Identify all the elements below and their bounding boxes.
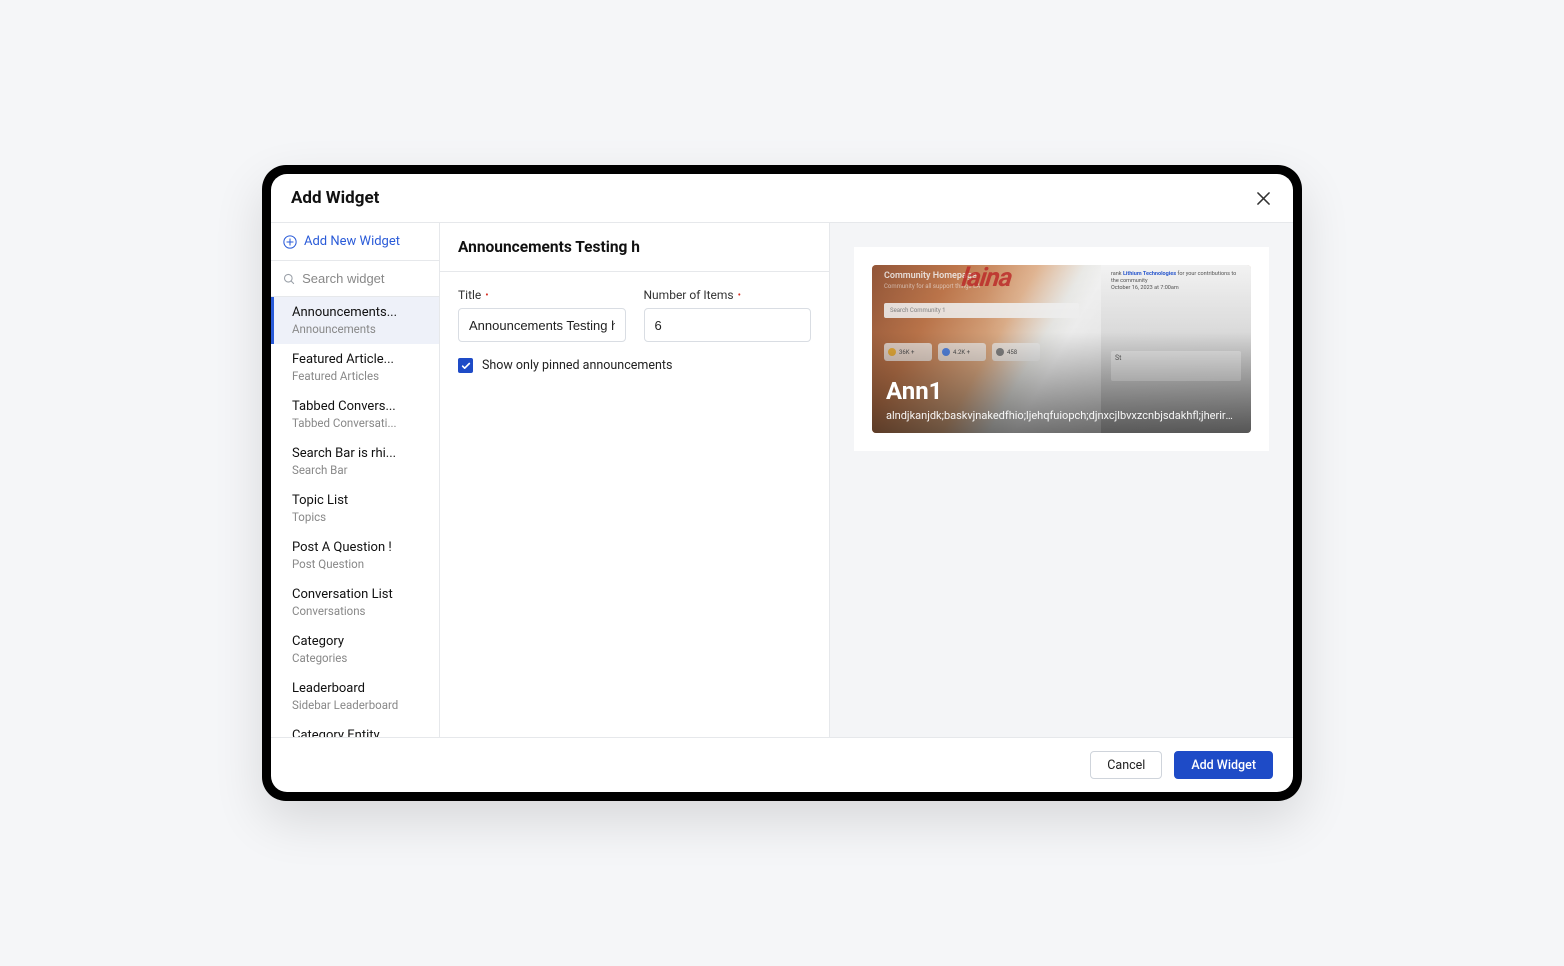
preview-title: Ann1 bbox=[886, 377, 1237, 405]
widget-list-item[interactable]: Search Bar is rhi... Search Bar bbox=[271, 438, 439, 485]
widget-item-subtitle: Tabbed Conversati... bbox=[292, 416, 425, 430]
add-new-widget-button[interactable]: Add New Widget bbox=[271, 223, 439, 261]
config-heading: Announcements Testing h bbox=[458, 238, 811, 256]
widget-item-subtitle: Search Bar bbox=[292, 463, 425, 477]
pinned-checkbox[interactable] bbox=[458, 358, 473, 373]
widget-item-subtitle: Categories bbox=[292, 651, 425, 665]
config-header: Announcements Testing h bbox=[440, 223, 829, 272]
close-button[interactable] bbox=[1253, 188, 1273, 208]
widget-item-subtitle: Topics bbox=[292, 510, 425, 524]
checkbox-label: Show only pinned announcements bbox=[482, 358, 672, 373]
preview-desc: alndjkanjdk;baskvjnakedfhio;ljehqfuiopch… bbox=[886, 409, 1237, 422]
search-row bbox=[271, 261, 439, 297]
widget-item-title: Category bbox=[292, 634, 425, 649]
widget-list-item[interactable]: Category Categories bbox=[271, 626, 439, 673]
form-row: Title Number of Items bbox=[458, 288, 811, 342]
title-field: Title bbox=[458, 288, 626, 342]
widget-item-subtitle: Post Question bbox=[292, 557, 425, 571]
modal-title: Add Widget bbox=[291, 188, 379, 208]
widget-item-title: Category Entity bbox=[292, 728, 425, 737]
widget-list[interactable]: Announcements... Announcements Featured Ar… bbox=[271, 297, 439, 737]
widget-item-title: Conversation List bbox=[292, 587, 425, 602]
widget-item-title: Topic List bbox=[292, 493, 425, 508]
number-label: Number of Items bbox=[644, 288, 812, 302]
preview-panel: Community Homepage Community for all sup… bbox=[830, 223, 1293, 737]
widget-item-title: Leaderboard bbox=[292, 681, 425, 696]
plus-circle-icon bbox=[283, 235, 297, 249]
cancel-button[interactable]: Cancel bbox=[1090, 751, 1162, 779]
modal-body: Add New Widget Announcements...Announcem… bbox=[271, 223, 1293, 737]
modal-footer: Cancel Add Widget bbox=[271, 737, 1293, 792]
widget-list-item[interactable]: Category EntityCategory Entity bbox=[271, 720, 439, 737]
sidebar: Add New Widget Announcements...Announcem… bbox=[271, 223, 440, 737]
widget-list-item[interactable]: Topic List Topics bbox=[271, 485, 439, 532]
widget-item-subtitle: Sidebar Leaderboard bbox=[292, 698, 425, 712]
widget-item-title: Tabbed Convers... bbox=[292, 399, 425, 414]
config-panel: Announcements Testing h Title Number of … bbox=[440, 223, 830, 737]
widget-item-subtitle: Conversations bbox=[292, 604, 425, 618]
add-widget-modal: Add Widget Add New Widget Announcements.… bbox=[271, 174, 1293, 792]
widget-item-subtitle: Featured Articles bbox=[292, 369, 425, 383]
widget-list-item[interactable]: Conversation List Conversations bbox=[271, 579, 439, 626]
close-icon bbox=[1257, 192, 1270, 205]
widget-list-item[interactable]: Post A Question ! Post Question bbox=[271, 532, 439, 579]
preview-text: Ann1 alndjkanjdk;baskvjnakedfhio;ljehqfu… bbox=[886, 377, 1237, 422]
config-body: Title Number of Items Show only pinned a… bbox=[440, 272, 829, 737]
widget-list-item[interactable]: Leaderboard Sidebar Leaderboard bbox=[271, 673, 439, 720]
preview-card: Community Homepage Community for all sup… bbox=[854, 247, 1269, 451]
search-icon bbox=[283, 272, 295, 286]
widget-list-item[interactable]: Announcements... Announcements bbox=[271, 297, 439, 344]
widget-item-title: Featured Article... bbox=[292, 352, 425, 367]
widget-item-title: Announcements... bbox=[292, 305, 425, 320]
search-input[interactable] bbox=[302, 271, 427, 286]
title-input[interactable] bbox=[458, 308, 626, 342]
widget-item-title: Search Bar is rhi... bbox=[292, 446, 425, 461]
widget-item-title: Post A Question ! bbox=[292, 540, 425, 555]
title-label: Title bbox=[458, 288, 626, 302]
device-frame: Add Widget Add New Widget Announcements.… bbox=[262, 165, 1302, 801]
number-field: Number of Items bbox=[644, 288, 812, 342]
checkbox-row: Show only pinned announcements bbox=[458, 358, 811, 373]
widget-item-subtitle: Announcements bbox=[292, 322, 425, 336]
add-widget-button[interactable]: Add Widget bbox=[1174, 751, 1273, 779]
check-icon bbox=[461, 361, 471, 371]
modal-header: Add Widget bbox=[271, 174, 1293, 223]
widget-list-item[interactable]: Featured Article... Featured Articles bbox=[271, 344, 439, 391]
add-new-label: Add New Widget bbox=[304, 234, 400, 249]
widget-list-item[interactable]: Tabbed Convers... Tabbed Conversati... bbox=[271, 391, 439, 438]
number-input[interactable] bbox=[644, 308, 812, 342]
preview-image: Community Homepage Community for all sup… bbox=[872, 265, 1251, 433]
